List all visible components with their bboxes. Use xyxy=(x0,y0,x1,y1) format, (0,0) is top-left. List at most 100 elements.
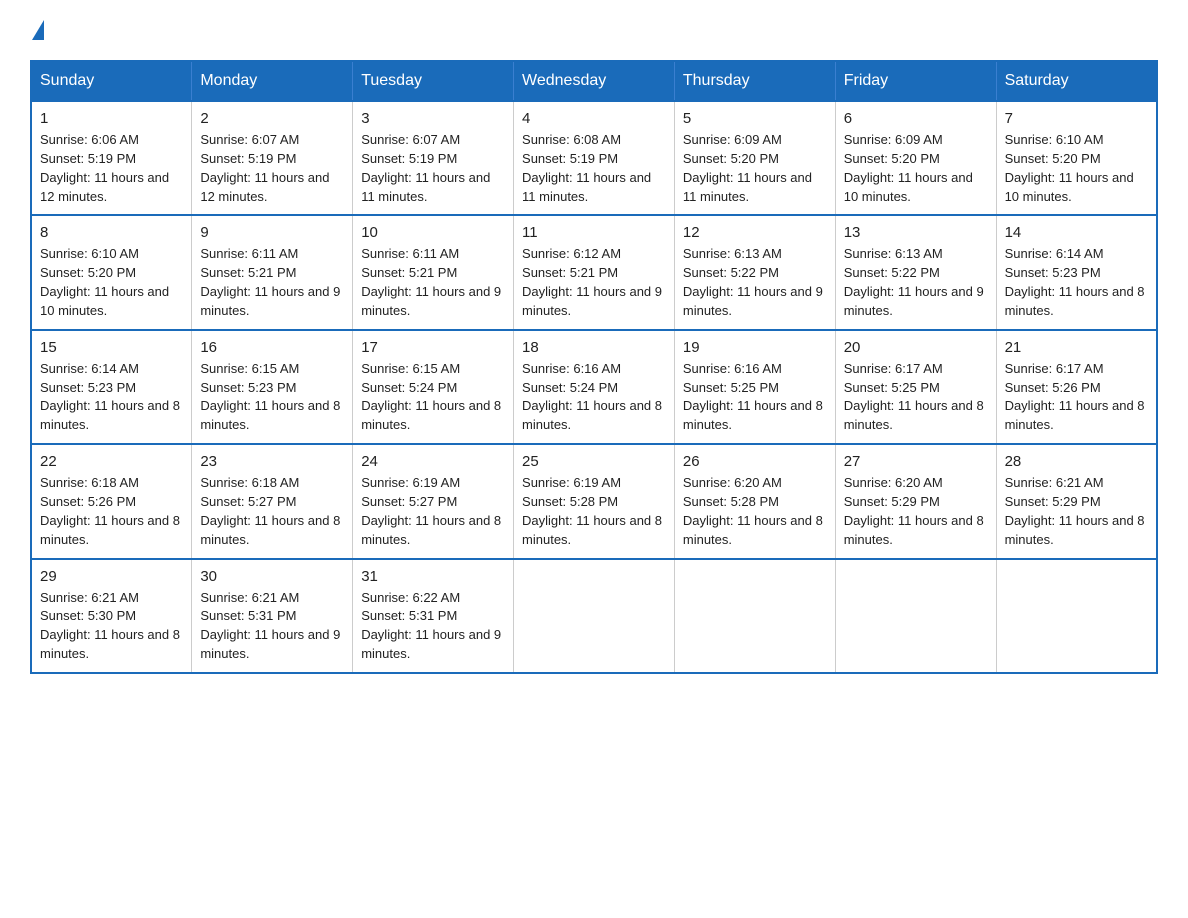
calendar-cell xyxy=(835,559,996,673)
calendar-cell: 1 Sunrise: 6:06 AMSunset: 5:19 PMDayligh… xyxy=(31,101,192,215)
calendar-cell: 8 Sunrise: 6:10 AMSunset: 5:20 PMDayligh… xyxy=(31,215,192,329)
day-number: 29 xyxy=(40,568,183,585)
calendar-cell: 5 Sunrise: 6:09 AMSunset: 5:20 PMDayligh… xyxy=(674,101,835,215)
day-info: Sunrise: 6:10 AMSunset: 5:20 PMDaylight:… xyxy=(40,245,183,320)
day-info: Sunrise: 6:09 AMSunset: 5:20 PMDaylight:… xyxy=(844,131,988,206)
logo-triangle-icon xyxy=(32,20,44,40)
day-info: Sunrise: 6:18 AMSunset: 5:26 PMDaylight:… xyxy=(40,474,183,549)
day-number: 6 xyxy=(844,110,988,127)
calendar-cell: 23 Sunrise: 6:18 AMSunset: 5:27 PMDaylig… xyxy=(192,444,353,558)
calendar-cell: 30 Sunrise: 6:21 AMSunset: 5:31 PMDaylig… xyxy=(192,559,353,673)
day-info: Sunrise: 6:21 AMSunset: 5:31 PMDaylight:… xyxy=(200,589,344,664)
weekday-header-thursday: Thursday xyxy=(674,61,835,101)
day-number: 3 xyxy=(361,110,505,127)
day-number: 15 xyxy=(40,339,183,356)
weekday-header-row: SundayMondayTuesdayWednesdayThursdayFrid… xyxy=(31,61,1157,101)
day-info: Sunrise: 6:07 AMSunset: 5:19 PMDaylight:… xyxy=(200,131,344,206)
day-number: 14 xyxy=(1005,224,1148,241)
day-number: 21 xyxy=(1005,339,1148,356)
day-number: 27 xyxy=(844,453,988,470)
day-number: 1 xyxy=(40,110,183,127)
weekday-header-friday: Friday xyxy=(835,61,996,101)
calendar-cell: 17 Sunrise: 6:15 AMSunset: 5:24 PMDaylig… xyxy=(353,330,514,444)
calendar-cell: 25 Sunrise: 6:19 AMSunset: 5:28 PMDaylig… xyxy=(514,444,675,558)
calendar-cell: 6 Sunrise: 6:09 AMSunset: 5:20 PMDayligh… xyxy=(835,101,996,215)
calendar-cell: 21 Sunrise: 6:17 AMSunset: 5:26 PMDaylig… xyxy=(996,330,1157,444)
day-number: 28 xyxy=(1005,453,1148,470)
day-number: 23 xyxy=(200,453,344,470)
day-info: Sunrise: 6:19 AMSunset: 5:27 PMDaylight:… xyxy=(361,474,505,549)
day-info: Sunrise: 6:13 AMSunset: 5:22 PMDaylight:… xyxy=(844,245,988,320)
calendar-cell: 2 Sunrise: 6:07 AMSunset: 5:19 PMDayligh… xyxy=(192,101,353,215)
day-info: Sunrise: 6:10 AMSunset: 5:20 PMDaylight:… xyxy=(1005,131,1148,206)
day-number: 31 xyxy=(361,568,505,585)
weekday-header-monday: Monday xyxy=(192,61,353,101)
calendar-cell: 22 Sunrise: 6:18 AMSunset: 5:26 PMDaylig… xyxy=(31,444,192,558)
calendar-cell: 20 Sunrise: 6:17 AMSunset: 5:25 PMDaylig… xyxy=(835,330,996,444)
day-number: 18 xyxy=(522,339,666,356)
day-info: Sunrise: 6:09 AMSunset: 5:20 PMDaylight:… xyxy=(683,131,827,206)
weekday-header-wednesday: Wednesday xyxy=(514,61,675,101)
day-info: Sunrise: 6:14 AMSunset: 5:23 PMDaylight:… xyxy=(40,360,183,435)
day-info: Sunrise: 6:20 AMSunset: 5:29 PMDaylight:… xyxy=(844,474,988,549)
day-number: 17 xyxy=(361,339,505,356)
calendar-cell: 16 Sunrise: 6:15 AMSunset: 5:23 PMDaylig… xyxy=(192,330,353,444)
calendar-cell: 4 Sunrise: 6:08 AMSunset: 5:19 PMDayligh… xyxy=(514,101,675,215)
day-info: Sunrise: 6:15 AMSunset: 5:24 PMDaylight:… xyxy=(361,360,505,435)
day-number: 2 xyxy=(200,110,344,127)
day-info: Sunrise: 6:16 AMSunset: 5:24 PMDaylight:… xyxy=(522,360,666,435)
day-info: Sunrise: 6:19 AMSunset: 5:28 PMDaylight:… xyxy=(522,474,666,549)
day-number: 30 xyxy=(200,568,344,585)
day-number: 11 xyxy=(522,224,666,241)
calendar-cell: 15 Sunrise: 6:14 AMSunset: 5:23 PMDaylig… xyxy=(31,330,192,444)
day-number: 13 xyxy=(844,224,988,241)
day-info: Sunrise: 6:11 AMSunset: 5:21 PMDaylight:… xyxy=(200,245,344,320)
day-info: Sunrise: 6:07 AMSunset: 5:19 PMDaylight:… xyxy=(361,131,505,206)
calendar-cell: 31 Sunrise: 6:22 AMSunset: 5:31 PMDaylig… xyxy=(353,559,514,673)
day-number: 4 xyxy=(522,110,666,127)
day-info: Sunrise: 6:20 AMSunset: 5:28 PMDaylight:… xyxy=(683,474,827,549)
calendar-cell: 13 Sunrise: 6:13 AMSunset: 5:22 PMDaylig… xyxy=(835,215,996,329)
day-number: 12 xyxy=(683,224,827,241)
day-info: Sunrise: 6:14 AMSunset: 5:23 PMDaylight:… xyxy=(1005,245,1148,320)
day-number: 10 xyxy=(361,224,505,241)
calendar-cell xyxy=(674,559,835,673)
calendar-cell: 12 Sunrise: 6:13 AMSunset: 5:22 PMDaylig… xyxy=(674,215,835,329)
page-header xyxy=(30,20,1158,40)
day-info: Sunrise: 6:11 AMSunset: 5:21 PMDaylight:… xyxy=(361,245,505,320)
calendar-cell: 11 Sunrise: 6:12 AMSunset: 5:21 PMDaylig… xyxy=(514,215,675,329)
day-info: Sunrise: 6:15 AMSunset: 5:23 PMDaylight:… xyxy=(200,360,344,435)
day-info: Sunrise: 6:06 AMSunset: 5:19 PMDaylight:… xyxy=(40,131,183,206)
day-number: 7 xyxy=(1005,110,1148,127)
calendar-week-row: 8 Sunrise: 6:10 AMSunset: 5:20 PMDayligh… xyxy=(31,215,1157,329)
day-info: Sunrise: 6:08 AMSunset: 5:19 PMDaylight:… xyxy=(522,131,666,206)
calendar-cell: 28 Sunrise: 6:21 AMSunset: 5:29 PMDaylig… xyxy=(996,444,1157,558)
day-number: 20 xyxy=(844,339,988,356)
calendar-cell: 14 Sunrise: 6:14 AMSunset: 5:23 PMDaylig… xyxy=(996,215,1157,329)
calendar-cell: 9 Sunrise: 6:11 AMSunset: 5:21 PMDayligh… xyxy=(192,215,353,329)
day-number: 19 xyxy=(683,339,827,356)
day-number: 22 xyxy=(40,453,183,470)
day-number: 25 xyxy=(522,453,666,470)
weekday-header-saturday: Saturday xyxy=(996,61,1157,101)
calendar-cell: 10 Sunrise: 6:11 AMSunset: 5:21 PMDaylig… xyxy=(353,215,514,329)
day-number: 8 xyxy=(40,224,183,241)
calendar-cell xyxy=(514,559,675,673)
day-number: 16 xyxy=(200,339,344,356)
calendar-cell: 19 Sunrise: 6:16 AMSunset: 5:25 PMDaylig… xyxy=(674,330,835,444)
day-info: Sunrise: 6:17 AMSunset: 5:25 PMDaylight:… xyxy=(844,360,988,435)
day-number: 9 xyxy=(200,224,344,241)
day-info: Sunrise: 6:13 AMSunset: 5:22 PMDaylight:… xyxy=(683,245,827,320)
calendar-cell xyxy=(996,559,1157,673)
day-info: Sunrise: 6:12 AMSunset: 5:21 PMDaylight:… xyxy=(522,245,666,320)
weekday-header-tuesday: Tuesday xyxy=(353,61,514,101)
day-info: Sunrise: 6:21 AMSunset: 5:30 PMDaylight:… xyxy=(40,589,183,664)
calendar-week-row: 1 Sunrise: 6:06 AMSunset: 5:19 PMDayligh… xyxy=(31,101,1157,215)
calendar-cell: 26 Sunrise: 6:20 AMSunset: 5:28 PMDaylig… xyxy=(674,444,835,558)
day-info: Sunrise: 6:16 AMSunset: 5:25 PMDaylight:… xyxy=(683,360,827,435)
day-number: 24 xyxy=(361,453,505,470)
day-number: 5 xyxy=(683,110,827,127)
day-info: Sunrise: 6:22 AMSunset: 5:31 PMDaylight:… xyxy=(361,589,505,664)
weekday-header-sunday: Sunday xyxy=(31,61,192,101)
calendar-week-row: 22 Sunrise: 6:18 AMSunset: 5:26 PMDaylig… xyxy=(31,444,1157,558)
